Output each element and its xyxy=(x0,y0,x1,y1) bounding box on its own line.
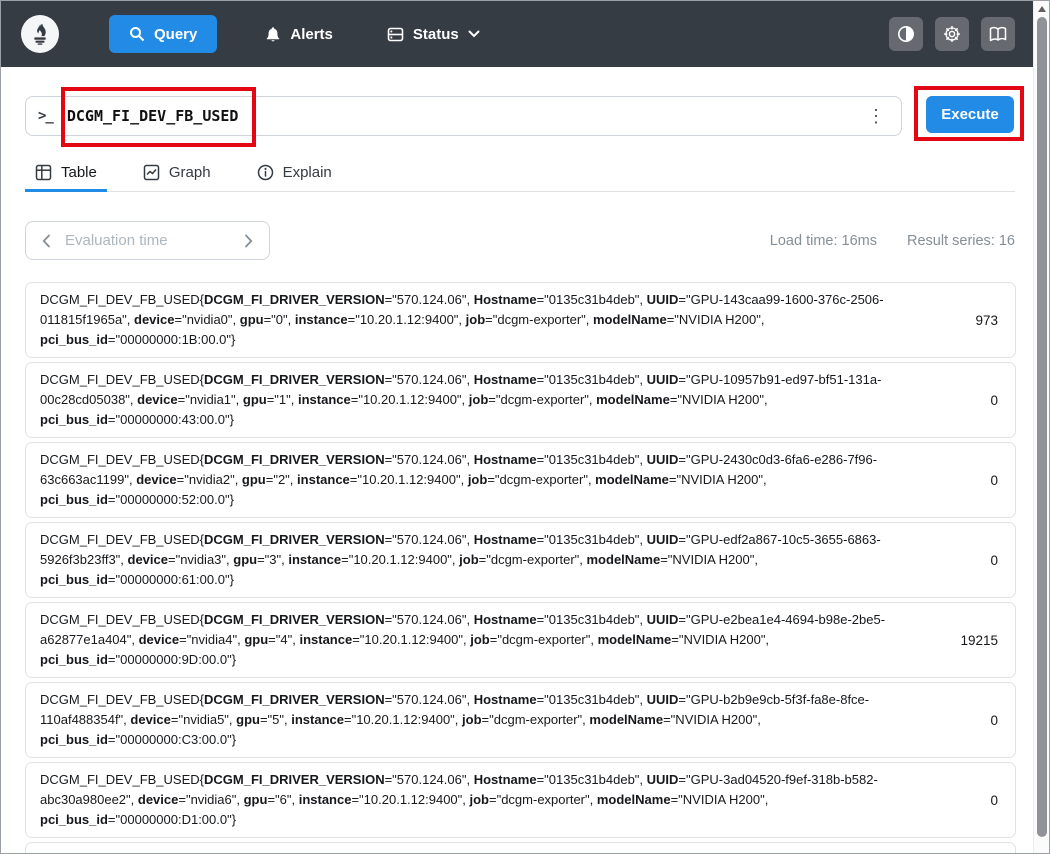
nav-query-label: Query xyxy=(154,26,197,43)
series-labels: DCGM_FI_DEV_FB_USED{DCGM_FI_DRIVER_VERSI… xyxy=(40,290,920,350)
contrast-theme-icon xyxy=(897,25,915,43)
nav-alerts-label: Alerts xyxy=(290,26,333,43)
nav-status-button[interactable]: Status xyxy=(381,25,486,44)
prometheus-flame-icon xyxy=(28,22,52,46)
server-stack-icon xyxy=(387,26,404,43)
info-circle-icon xyxy=(257,164,274,181)
theme-toggle-button[interactable] xyxy=(889,17,923,51)
series-value: 19215 xyxy=(920,633,1000,648)
evaluation-time-input[interactable]: Evaluation time xyxy=(65,232,242,249)
series-value: 0 xyxy=(920,713,1000,728)
series-value: 973 xyxy=(920,313,1000,328)
evaluation-time-prev-button[interactable] xyxy=(40,232,53,250)
query-stats: Load time: 16ms Result series: 16 xyxy=(770,233,1015,249)
result-row: DCGM_FI_DEV_FB_USED{DCGM_FI_DRIVER_VERSI… xyxy=(25,282,1016,358)
results-list: DCGM_FI_DEV_FB_USED{DCGM_FI_DRIVER_VERSI… xyxy=(25,282,1016,854)
graph-icon xyxy=(143,164,160,181)
vertical-scrollbar[interactable] xyxy=(1033,1,1049,853)
query-options-kebab-icon[interactable]: ⋮ xyxy=(863,107,889,125)
prometheus-app: Query Alerts Status xyxy=(0,0,1050,854)
series-labels: DCGM_FI_DEV_FB_USED{DCGM_FI_DRIVER_VERSI… xyxy=(40,450,920,510)
result-tabs: Table Graph Explain xyxy=(25,156,1015,192)
result-row: DCGM_FI_DEV_FB_USED{DCGM_FI_DRIVER_VERSI… xyxy=(25,442,1016,518)
chevron-right-icon xyxy=(244,234,253,248)
docs-button[interactable] xyxy=(981,17,1015,51)
evaluation-time-picker[interactable]: Evaluation time xyxy=(25,221,270,260)
result-row: DCGM_FI_DEV_FB_USED{DCGM_FI_DRIVER_VERSI… xyxy=(25,522,1016,598)
nav-alerts-button[interactable]: Alerts xyxy=(259,25,339,44)
scrollbar-thumb[interactable] xyxy=(1037,17,1047,837)
table-icon xyxy=(35,164,52,181)
search-icon xyxy=(129,26,145,42)
tab-graph[interactable]: Graph xyxy=(133,156,221,192)
table-toolbar: Evaluation time Load time: 16ms Result s… xyxy=(25,221,1015,260)
series-labels: DCGM_FI_DEV_FB_USED{DCGM_FI_DRIVER_VERSI… xyxy=(40,850,920,854)
promql-prompt-icon: >_ xyxy=(38,108,53,124)
tab-explain-label: Explain xyxy=(283,164,332,181)
gear-icon xyxy=(943,25,961,43)
execute-button[interactable]: Execute xyxy=(926,96,1014,133)
result-row: DCGM_FI_DEV_FB_USED{DCGM_FI_DRIVER_VERSI… xyxy=(25,362,1016,438)
evaluation-time-next-button[interactable] xyxy=(242,232,255,250)
series-labels: DCGM_FI_DEV_FB_USED{DCGM_FI_DRIVER_VERSI… xyxy=(40,610,920,670)
series-labels: DCGM_FI_DEV_FB_USED{DCGM_FI_DRIVER_VERSI… xyxy=(40,370,920,430)
chevron-left-icon xyxy=(42,234,51,248)
series-value: 0 xyxy=(920,793,1000,808)
result-row: DCGM_FI_DEV_FB_USED{DCGM_FI_DRIVER_VERSI… xyxy=(25,842,1016,854)
result-series-text: Result series: 16 xyxy=(907,233,1015,249)
series-value: 0 xyxy=(920,553,1000,568)
series-value: 0 xyxy=(920,393,1000,408)
result-row: DCGM_FI_DEV_FB_USED{DCGM_FI_DRIVER_VERSI… xyxy=(25,682,1016,758)
top-navbar: Query Alerts Status xyxy=(1,1,1035,67)
nav-status-label: Status xyxy=(413,26,459,43)
query-bar: >_ DCGM_FI_DEV_FB_USED ⋮ Execute xyxy=(25,96,1015,136)
book-icon xyxy=(989,26,1007,42)
series-labels: DCGM_FI_DEV_FB_USED{DCGM_FI_DRIVER_VERSI… xyxy=(40,690,920,750)
tab-graph-label: Graph xyxy=(169,164,211,181)
tab-table-label: Table xyxy=(61,164,97,181)
tab-table[interactable]: Table xyxy=(25,156,107,192)
load-time-text: Load time: 16ms xyxy=(770,233,877,249)
tab-explain[interactable]: Explain xyxy=(247,156,342,192)
prometheus-logo[interactable] xyxy=(21,15,59,53)
scrollbar-up-arrow-icon[interactable] xyxy=(1034,3,1049,15)
series-labels: DCGM_FI_DEV_FB_USED{DCGM_FI_DRIVER_VERSI… xyxy=(40,530,920,590)
settings-button[interactable] xyxy=(935,17,969,51)
result-row: DCGM_FI_DEV_FB_USED{DCGM_FI_DRIVER_VERSI… xyxy=(25,762,1016,838)
result-row: DCGM_FI_DEV_FB_USED{DCGM_FI_DRIVER_VERSI… xyxy=(25,602,1016,678)
series-value: 0 xyxy=(920,473,1000,488)
bell-icon xyxy=(265,26,281,43)
nav-query-button[interactable]: Query xyxy=(109,15,217,53)
query-expression[interactable]: DCGM_FI_DEV_FB_USED xyxy=(67,107,863,125)
query-input[interactable]: >_ DCGM_FI_DEV_FB_USED ⋮ xyxy=(25,96,902,136)
chevron-down-icon xyxy=(468,30,480,38)
series-labels: DCGM_FI_DEV_FB_USED{DCGM_FI_DRIVER_VERSI… xyxy=(40,770,920,830)
